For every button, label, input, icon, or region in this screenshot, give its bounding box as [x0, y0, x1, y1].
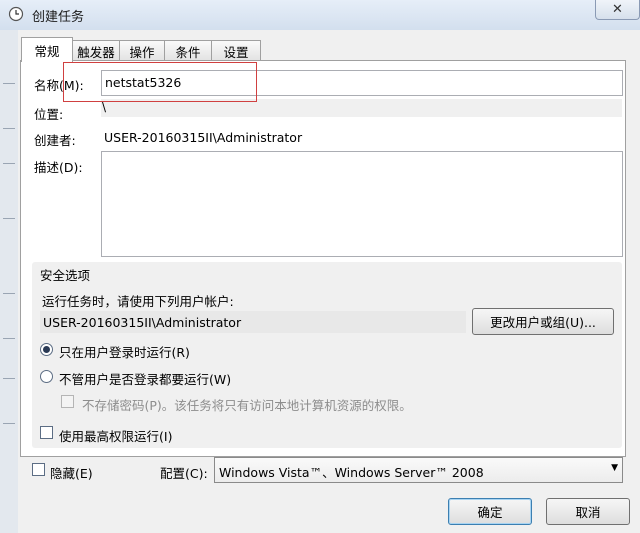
background-window-edge: [0, 30, 18, 533]
cancel-button[interactable]: 取消: [546, 498, 630, 525]
author-label: 创建者:: [34, 133, 76, 148]
description-label: 描述(D):: [34, 160, 83, 175]
close-button[interactable]: ✕: [595, 0, 640, 20]
option-logged-on-label[interactable]: 只在用户登录时运行(R): [59, 342, 190, 361]
edge-glyph: [3, 120, 15, 129]
tab-settings[interactable]: 设置: [211, 40, 261, 61]
configure-label: 配置(C):: [160, 466, 208, 481]
user-account-value: USER-20160315II\Administrator: [43, 315, 242, 330]
edge-glyph: [3, 155, 15, 164]
edge-glyph: [3, 330, 15, 339]
tab-triggers[interactable]: 触发器: [72, 40, 120, 61]
user-account-field: USER-20160315II\Administrator: [40, 311, 466, 333]
change-user-button[interactable]: 更改用户或组(U)...: [472, 308, 614, 335]
close-icon: ✕: [612, 2, 623, 17]
hidden-label[interactable]: 隐藏(E): [50, 463, 93, 482]
run-as-prompt: 运行任务时，请使用下列用户帐户:: [42, 294, 234, 309]
location-value: \: [102, 100, 107, 114]
edge-glyph: [3, 370, 15, 379]
clock-icon: [8, 6, 24, 22]
description-textarea[interactable]: [101, 151, 623, 257]
chevron-down-icon: ▼: [611, 463, 618, 473]
edge-glyph: [3, 285, 15, 294]
radio-whether-logged[interactable]: [40, 370, 53, 383]
no-store-password-checkbox[interactable]: [61, 395, 74, 408]
location-label: 位置:: [34, 107, 64, 122]
window-titlebar: [0, 0, 640, 30]
highest-privileges-checkbox[interactable]: [40, 426, 53, 439]
author-value: USER-20160315II\Administrator: [104, 130, 303, 145]
radio-logged-on[interactable]: [40, 343, 53, 356]
configure-select[interactable]: Windows Vista™、Windows Server™ 2008 ▼: [214, 457, 623, 483]
configure-select-value: Windows Vista™、Windows Server™ 2008: [219, 465, 484, 480]
window-title: 创建任务: [32, 10, 85, 25]
edge-glyph: [3, 415, 15, 424]
tab-general[interactable]: 常规: [21, 37, 73, 62]
security-group-title: 安全选项: [40, 268, 91, 283]
edge-glyph: [3, 75, 15, 84]
highlight-annotation: [63, 62, 257, 102]
option-whether-logged-label[interactable]: 不管用户是否登录都要运行(W): [59, 369, 231, 388]
no-store-password-label: 不存储密码(P)。该任务将只有访问本地计算机资源的权限。: [82, 398, 412, 413]
tab-actions[interactable]: 操作: [119, 40, 165, 61]
ok-button[interactable]: 确定: [448, 498, 532, 525]
tab-conditions[interactable]: 条件: [164, 40, 212, 61]
hidden-checkbox[interactable]: [32, 463, 45, 476]
edge-glyph: [3, 210, 15, 219]
highest-privileges-label[interactable]: 使用最高权限运行(I): [59, 426, 172, 445]
